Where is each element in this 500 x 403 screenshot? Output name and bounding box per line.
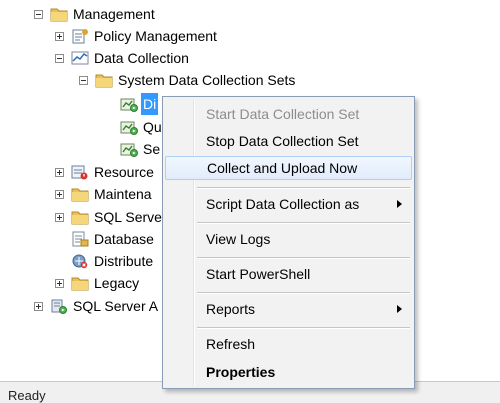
- expand-toggle-icon[interactable]: [55, 189, 64, 199]
- menu-item-start-powershell[interactable]: Start PowerShell: [165, 262, 412, 286]
- tree-node-distributed[interactable]: Distribute: [55, 250, 153, 272]
- expand-toggle-icon[interactable]: [55, 167, 64, 177]
- menu-item-reports[interactable]: Reports: [165, 297, 412, 321]
- tree-label: SQL Server A: [73, 298, 159, 314]
- expand-toggle-icon[interactable]: [55, 212, 64, 222]
- tree-label: Maintena: [94, 186, 152, 202]
- tree-label: System Data Collection Sets: [118, 72, 296, 88]
- submenu-arrow-icon: [397, 200, 402, 208]
- menu-separator: [197, 327, 410, 329]
- tree-label: Qu: [143, 119, 162, 135]
- tree-label: Database: [94, 231, 154, 247]
- sql-server-agent-icon: [50, 298, 68, 314]
- menu-separator: [197, 187, 410, 189]
- tree-node-sql-server-agent[interactable]: SQL Server A: [34, 295, 158, 317]
- policy-management-icon: [71, 28, 89, 44]
- menu-item-label: Collect and Upload Now: [207, 160, 358, 176]
- expand-toggle-icon[interactable]: [55, 278, 64, 288]
- expand-toggle-icon[interactable]: [34, 301, 43, 311]
- resource-governor-icon: [71, 164, 89, 180]
- distributed-transaction-icon: [71, 253, 89, 269]
- collapse-toggle-icon[interactable]: [34, 9, 43, 19]
- collection-set-icon: [120, 141, 138, 157]
- menu-item-label: Properties: [206, 364, 276, 380]
- menu-item-label: Reports: [206, 301, 256, 317]
- no-expander: [55, 235, 64, 244]
- tree-label: Data Collection: [94, 50, 189, 66]
- tree-node-legacy[interactable]: Legacy: [55, 272, 139, 294]
- context-menu: Start Data Collection Set Stop Data Coll…: [162, 96, 415, 389]
- folder-icon: [71, 275, 89, 291]
- database-mail-icon: [71, 231, 89, 247]
- collection-set-icon: [120, 96, 138, 112]
- tree-node-management[interactable]: Management: [34, 3, 155, 25]
- folder-icon: [71, 209, 89, 225]
- menu-item-label: Start Data Collection Set: [206, 106, 360, 122]
- menu-item-view-logs[interactable]: View Logs: [165, 227, 412, 251]
- menu-item-start-data-collection-set[interactable]: Start Data Collection Set: [165, 102, 412, 126]
- menu-item-label: Start PowerShell: [206, 266, 311, 282]
- tree-node-data-collection[interactable]: Data Collection: [55, 47, 189, 69]
- data-collection-chart-icon: [71, 50, 89, 66]
- tree-label: Policy Management: [94, 28, 217, 44]
- tree-node-collection-set-2[interactable]: Qu: [120, 116, 162, 138]
- menu-item-stop-data-collection-set[interactable]: Stop Data Collection Set: [165, 129, 412, 153]
- menu-item-label: View Logs: [206, 231, 271, 247]
- tree-node-policy-management[interactable]: Policy Management: [55, 25, 217, 47]
- tree-node-collection-set-1[interactable]: Di: [120, 93, 159, 115]
- menu-item-label: Refresh: [206, 336, 256, 352]
- menu-item-label: Script Data Collection as: [206, 196, 360, 212]
- tree-node-collection-set-3[interactable]: Se: [120, 138, 160, 160]
- tree-label: Management: [73, 6, 155, 22]
- menu-item-script-data-collection-as[interactable]: Script Data Collection as: [165, 192, 412, 216]
- collection-set-icon: [120, 119, 138, 135]
- collapse-toggle-icon[interactable]: [55, 53, 64, 63]
- menu-item-properties[interactable]: Properties: [165, 360, 412, 384]
- tree-node-resource[interactable]: Resource: [55, 161, 154, 183]
- status-text: Ready: [8, 388, 46, 403]
- tree-node-database-mail[interactable]: Database: [55, 228, 154, 250]
- tree-label: SQL Serve: [94, 209, 162, 225]
- menu-item-label: Stop Data Collection Set: [206, 133, 359, 149]
- menu-separator: [197, 222, 410, 224]
- menu-item-refresh[interactable]: Refresh: [165, 332, 412, 356]
- submenu-arrow-icon: [397, 305, 402, 313]
- menu-item-collect-and-upload-now[interactable]: Collect and Upload Now: [165, 156, 412, 180]
- menu-separator: [197, 292, 410, 294]
- tree-label-selected: Di: [141, 93, 159, 115]
- tree-node-maintenance[interactable]: Maintena: [55, 183, 152, 205]
- folder-icon: [71, 186, 89, 202]
- tree-node-sql-server-logs[interactable]: SQL Serve: [55, 206, 162, 228]
- expand-toggle-icon[interactable]: [55, 31, 64, 41]
- tree-label: Distribute: [94, 253, 154, 269]
- tree-label: Se: [143, 141, 161, 157]
- tree-label: Legacy: [94, 275, 140, 291]
- folder-icon: [50, 6, 68, 22]
- no-expander: [55, 257, 64, 266]
- tree-label: Resource: [94, 164, 154, 180]
- tree-node-system-data-collection-sets[interactable]: System Data Collection Sets: [79, 69, 295, 91]
- folder-icon: [95, 72, 113, 88]
- menu-separator: [197, 257, 410, 259]
- collapse-toggle-icon[interactable]: [79, 75, 88, 85]
